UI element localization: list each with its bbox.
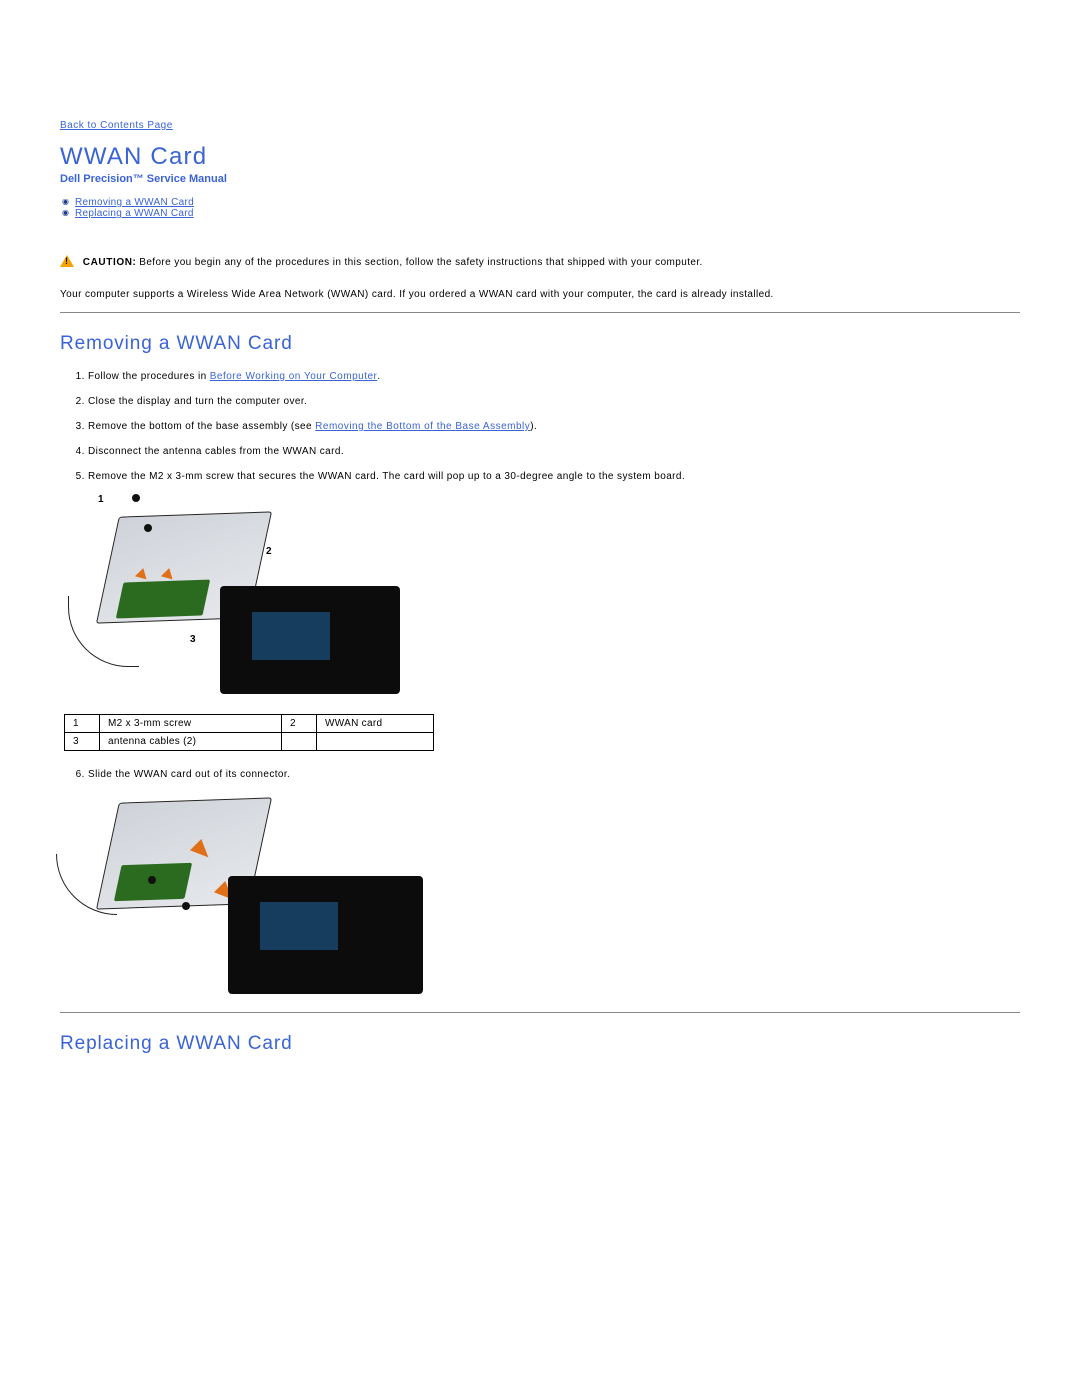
- contents-list: Removing a WWAN Card Replacing a WWAN Ca…: [60, 197, 1020, 219]
- callout-2: 2: [266, 546, 272, 557]
- step-1-b: .: [377, 371, 380, 382]
- step-4: Disconnect the antenna cables from the W…: [88, 446, 1020, 457]
- step-1-a: Follow the procedures in: [88, 371, 210, 382]
- step-3: Remove the bottom of the base assembly (…: [88, 421, 1020, 432]
- link-removing-bottom-base[interactable]: Removing the Bottom of the Base Assembly: [315, 421, 530, 432]
- cell: [282, 733, 317, 751]
- cell: antenna cables (2): [100, 733, 282, 751]
- step-2: Close the display and turn the computer …: [88, 396, 1020, 407]
- cell: 3: [65, 733, 100, 751]
- removing-steps-cont: Slide the WWAN card out of its connector…: [60, 769, 1020, 780]
- divider: [60, 1012, 1020, 1013]
- intro-text: Your computer supports a Wireless Wide A…: [60, 286, 1020, 304]
- step-5: Remove the M2 x 3-mm screw that secures …: [88, 471, 1020, 482]
- parts-table: 1 M2 x 3-mm screw 2 WWAN card 3 antenna …: [64, 714, 434, 751]
- link-before-working[interactable]: Before Working on Your Computer: [210, 371, 378, 382]
- table-row: 3 antenna cables (2): [65, 733, 434, 751]
- back-to-contents-link[interactable]: Back to Contents Page: [60, 120, 173, 131]
- step-3-b: ).: [530, 421, 537, 432]
- removing-steps: Follow the procedures in Before Working …: [60, 371, 1020, 482]
- toc-link-removing[interactable]: Removing a WWAN Card: [75, 197, 194, 208]
- toc-link-replacing[interactable]: Replacing a WWAN Card: [75, 208, 194, 219]
- page-subtitle: Dell Precision™ Service Manual: [60, 173, 1020, 185]
- callout-3: 3: [190, 634, 196, 645]
- callout-1: 1: [98, 494, 104, 505]
- step-3-a: Remove the bottom of the base assembly (…: [88, 421, 315, 432]
- caution-text: Before you begin any of the procedures i…: [139, 257, 702, 268]
- caution-label: CAUTION:: [83, 257, 137, 268]
- caution-icon: [60, 255, 74, 267]
- cell: 2: [282, 715, 317, 733]
- cell: WWAN card: [317, 715, 434, 733]
- illustration-slide-out: [78, 794, 418, 994]
- step-1: Follow the procedures in Before Working …: [88, 371, 1020, 382]
- step-6: Slide the WWAN card out of its connector…: [88, 769, 1020, 780]
- divider: [60, 312, 1020, 313]
- cell: M2 x 3-mm screw: [100, 715, 282, 733]
- illustration-remove: 1 2 3: [78, 496, 388, 696]
- replacing-heading: Replacing a WWAN Card: [60, 1033, 1020, 1055]
- page-title: WWAN Card: [60, 143, 1020, 171]
- table-row: 1 M2 x 3-mm screw 2 WWAN card: [65, 715, 434, 733]
- cell: [317, 733, 434, 751]
- cell: 1: [65, 715, 100, 733]
- removing-heading: Removing a WWAN Card: [60, 333, 1020, 355]
